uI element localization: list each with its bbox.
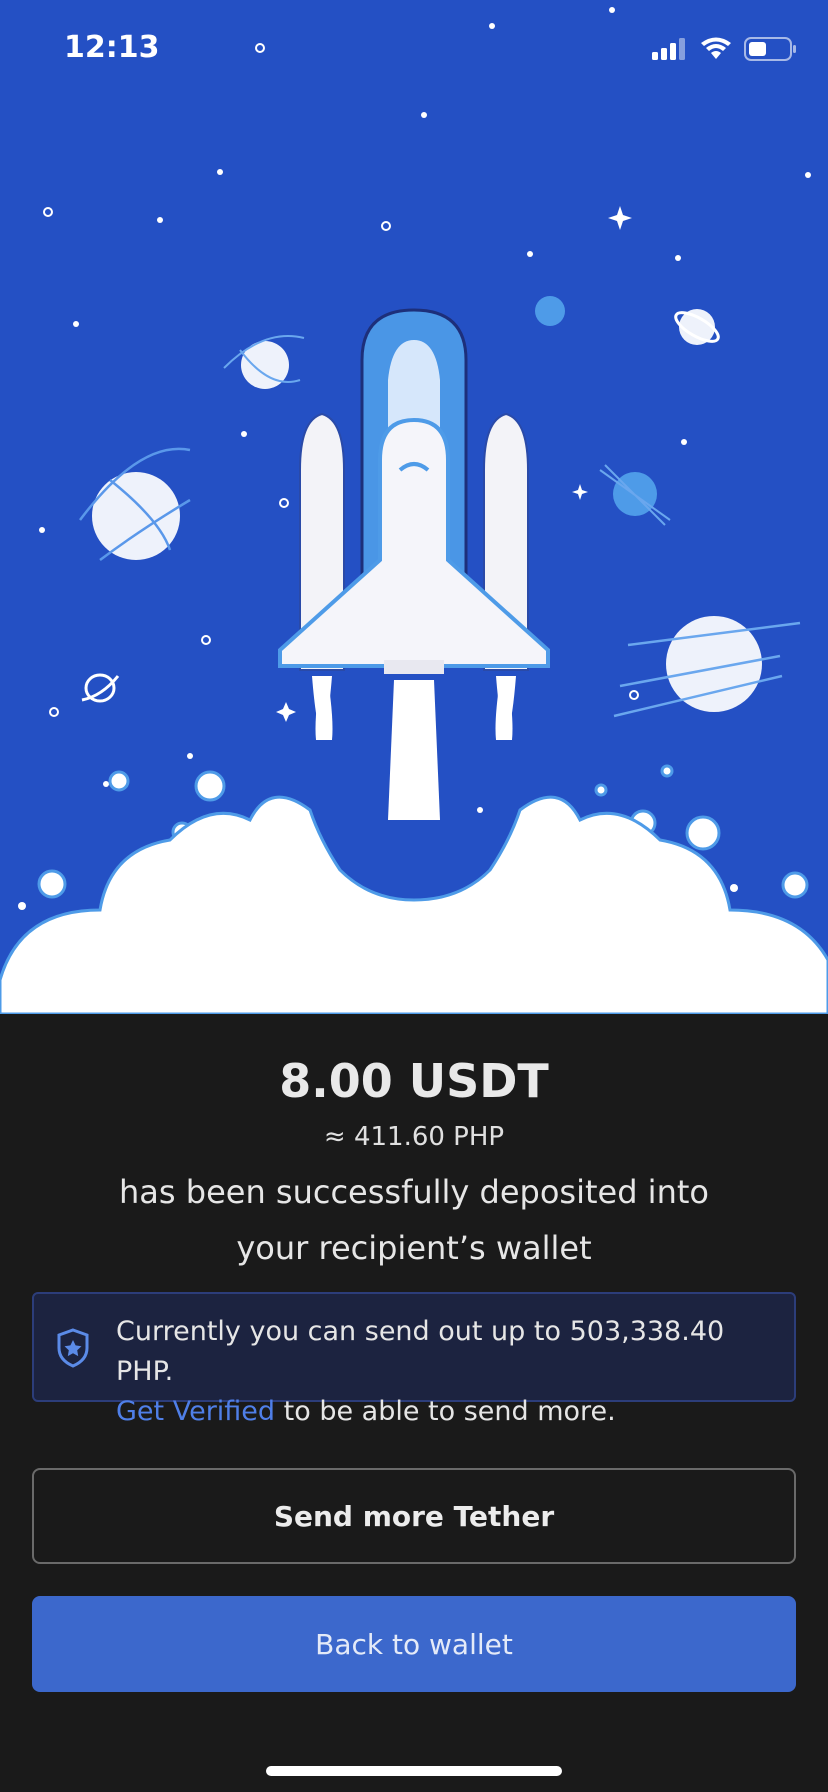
notice-suffix-text: to be able to send more. — [275, 1396, 616, 1427]
back-to-wallet-button[interactable]: Back to wallet — [32, 1596, 796, 1692]
deposit-amount: 8.00 USDT — [279, 1054, 549, 1108]
confirmation-panel: 8.00 USDT ≈ 411.60 PHP has been successf… — [0, 1014, 828, 1792]
rocket-launch-illustration — [0, 7, 828, 1014]
hero-illustration: 12:13 — [0, 0, 828, 1014]
status-bar: 12:13 — [0, 0, 828, 100]
cellular-signal-icon — [652, 38, 685, 60]
approx-fiat-value: ≈ 411.60 PHP — [323, 1122, 505, 1152]
notice-limit-text: Currently you can send out up to 503,338… — [116, 1316, 725, 1387]
notice-text: Currently you can send out up to 503,338… — [116, 1312, 786, 1432]
send-more-label: Send more Tether — [273, 1499, 555, 1533]
status-icons — [652, 34, 798, 64]
wifi-icon — [701, 37, 731, 59]
shield-star-icon — [57, 1328, 89, 1368]
get-verified-link[interactable]: Get Verified — [116, 1396, 275, 1427]
send-limit-notice: Currently you can send out up to 503,338… — [32, 1292, 796, 1427]
home-indicator[interactable] — [266, 1766, 562, 1776]
send-more-button[interactable]: Send more Tether — [32, 1468, 796, 1564]
battery-icon — [744, 37, 796, 61]
status-time: 12:13 — [64, 30, 160, 65]
success-message: has been successfully deposited into you… — [119, 1173, 709, 1267]
back-to-wallet-label: Back to wallet — [315, 1627, 513, 1661]
